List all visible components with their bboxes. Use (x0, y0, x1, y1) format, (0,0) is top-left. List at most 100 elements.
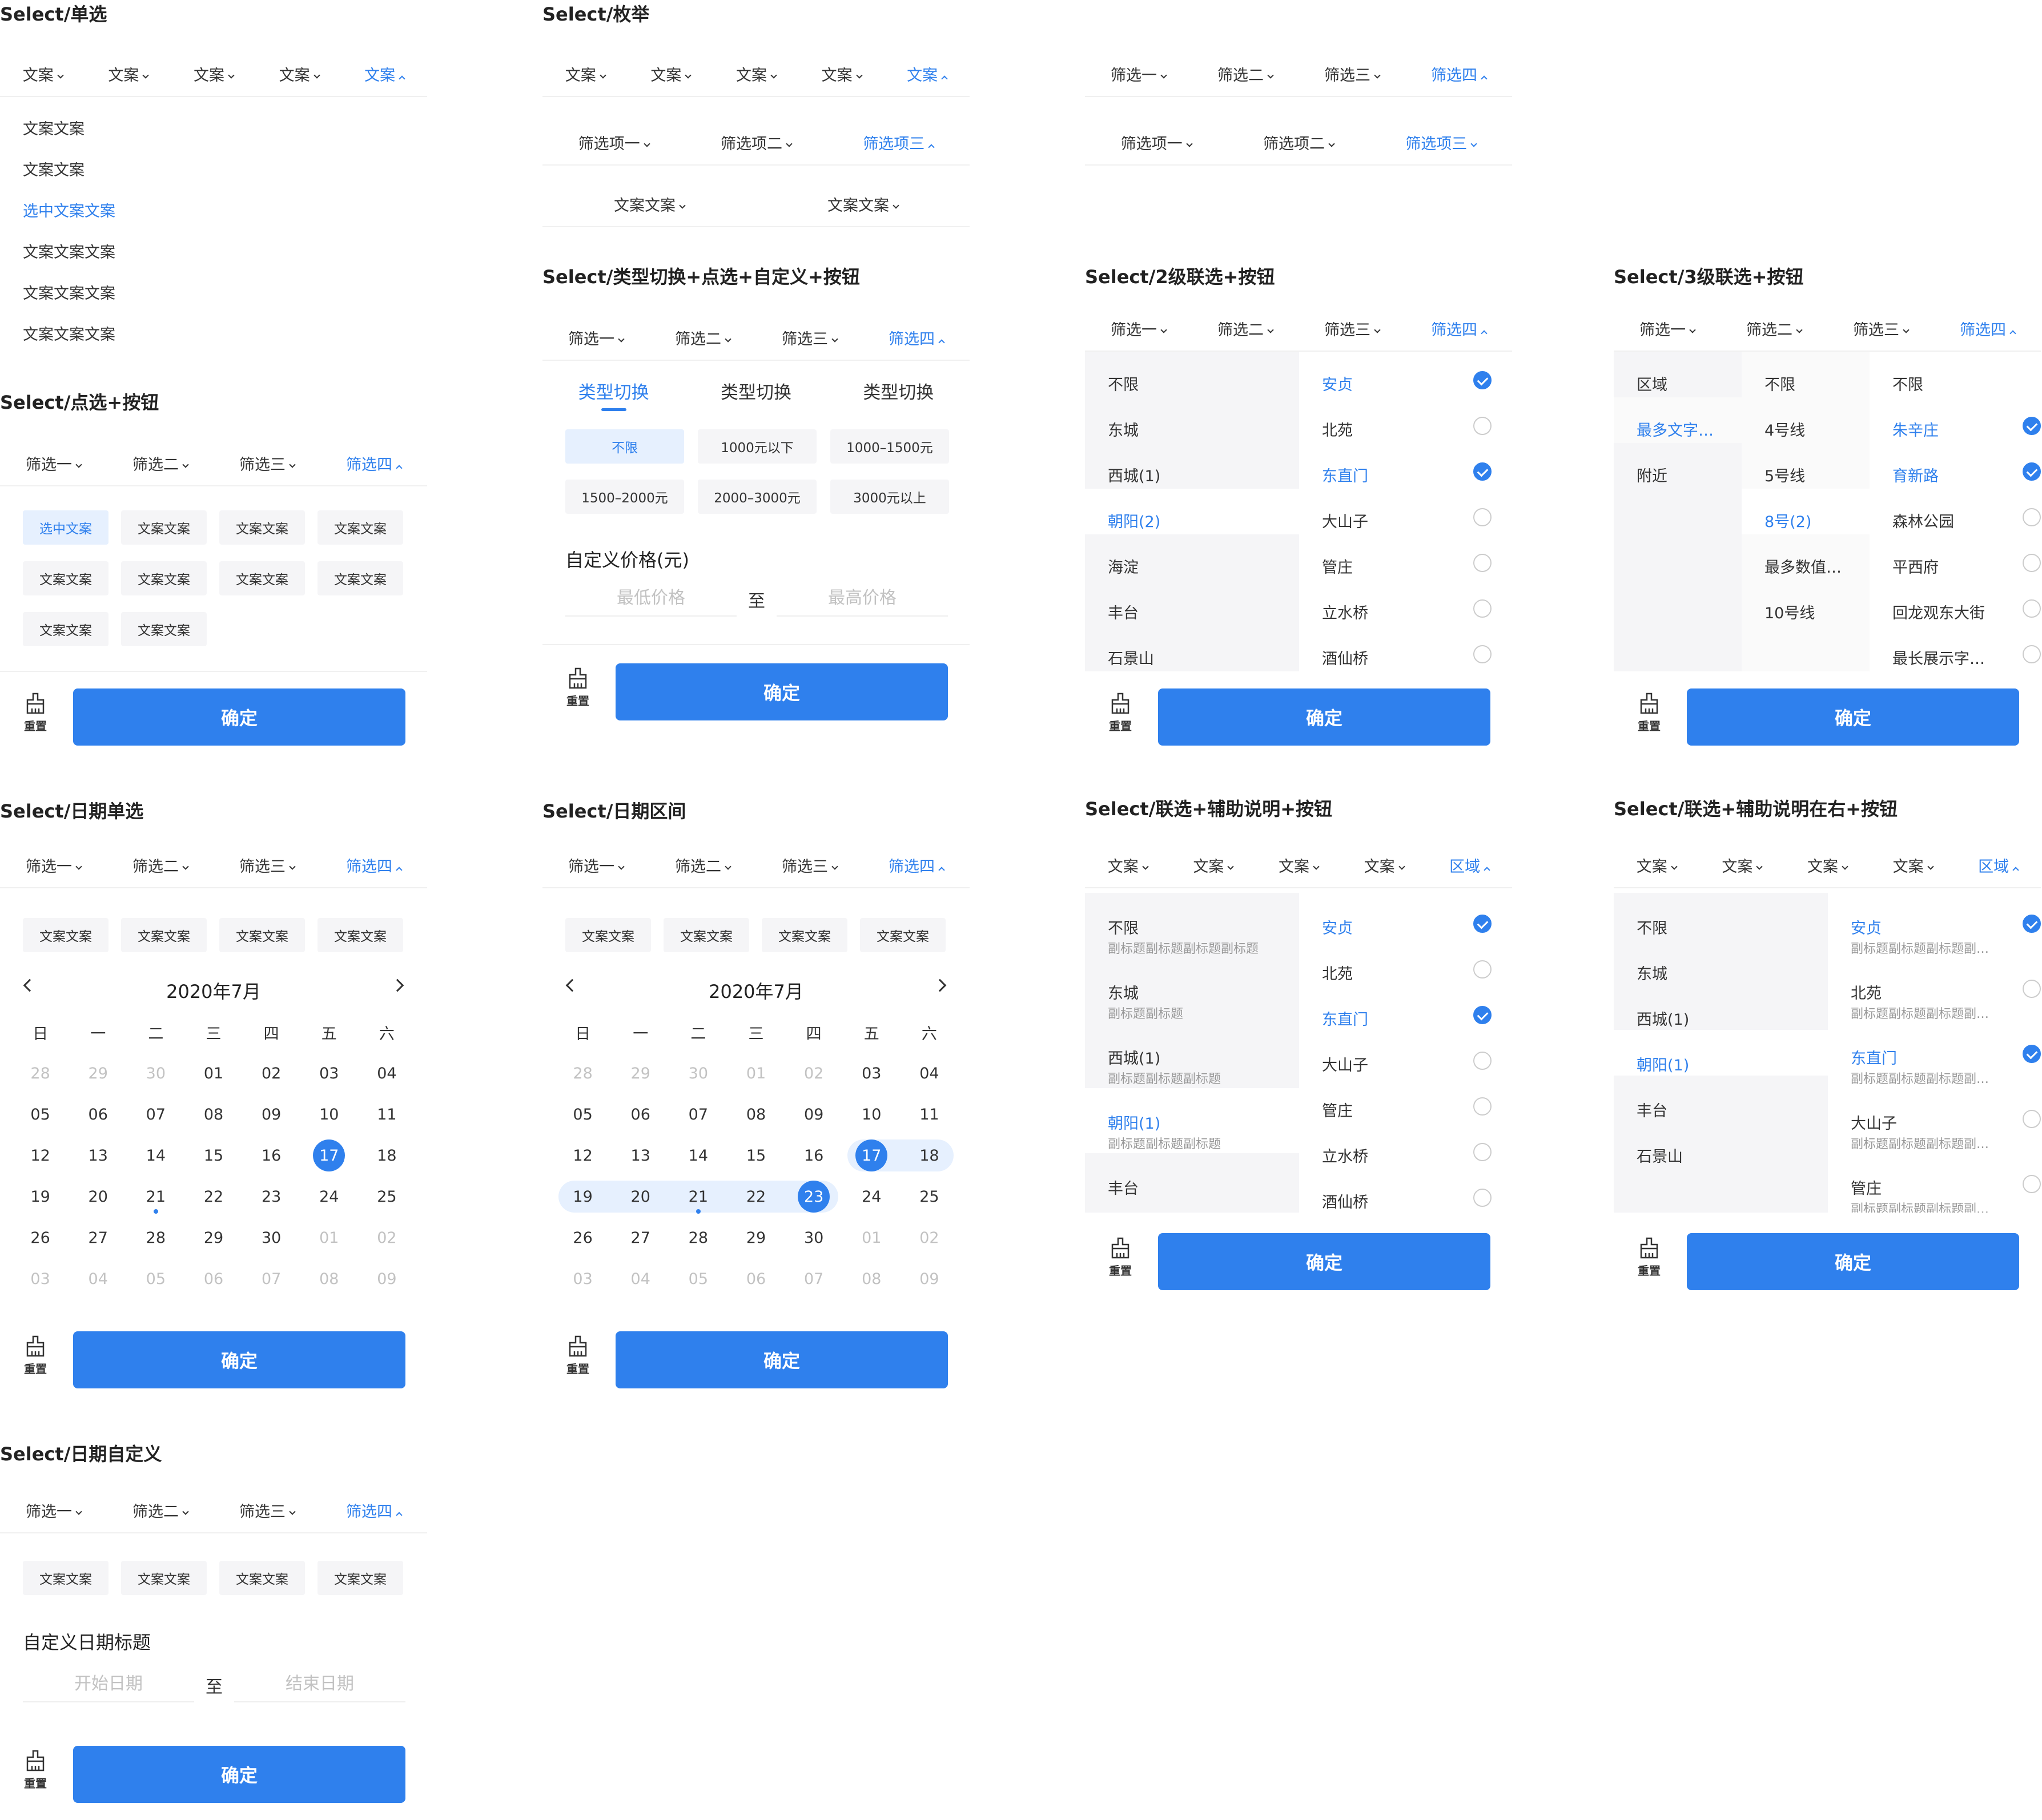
chip[interactable]: 文案文案 (317, 561, 403, 595)
option-tab[interactable]: 筛选项一 (578, 131, 650, 154)
chip[interactable]: 文案文案 (664, 918, 749, 952)
filter-tab[interactable]: 筛选一 (26, 452, 82, 474)
cascade-item[interactable]: 5号线 (1742, 443, 1870, 489)
cascade-item[interactable]: 不限 (1614, 893, 1828, 939)
cascade-option[interactable]: 大山子副标题副标题副标题副标题... (1828, 1088, 2041, 1153)
chip[interactable]: 文案文案 (762, 918, 847, 952)
calendar-day[interactable]: 04 (901, 1053, 958, 1094)
filter-tab[interactable]: 文案 (1637, 854, 1678, 876)
chip[interactable]: 文案文案 (565, 918, 651, 952)
calendar-day[interactable]: 12 (11, 1135, 69, 1176)
chip-selected[interactable]: 不限 (565, 429, 684, 464)
chip[interactable]: 文案文案 (23, 612, 108, 646)
filter-tab[interactable]: 筛选一 (1111, 317, 1167, 340)
start-date-input[interactable] (23, 1666, 194, 1702)
cascade-option[interactable]: 立水桥 (1299, 580, 1512, 626)
filter-tab[interactable]: 文案 (194, 63, 235, 85)
cascade-option[interactable]: 管庄 (1299, 1076, 1512, 1121)
filter-tab[interactable]: 文案 (1364, 854, 1405, 876)
filter-tab[interactable]: 筛选三 (782, 854, 838, 876)
chip[interactable]: 1500–2000元 (565, 480, 684, 514)
cascade-item-active[interactable]: 最多文字… (1614, 397, 1742, 443)
calendar-day[interactable]: 24 (300, 1176, 358, 1217)
calendar-day[interactable]: 21 (669, 1176, 727, 1217)
filter-tab[interactable]: 筛选三 (239, 1499, 296, 1521)
cascade-option[interactable]: 北苑 (1299, 397, 1512, 443)
reset-button[interactable]: 重置 (1108, 692, 1133, 734)
confirm-button[interactable]: 确定 (1158, 688, 1490, 746)
filter-tab[interactable]: 筛选一 (26, 1499, 82, 1521)
cascade-item[interactable]: 不限 副标题副标题副标题副标题 (1085, 893, 1299, 958)
calendar-day[interactable]: 29 (727, 1217, 785, 1258)
filter-tab[interactable]: 文案 (565, 63, 606, 85)
calendar-day[interactable]: 08 (184, 1094, 242, 1135)
cascade-item[interactable]: 附近 (1614, 443, 1742, 489)
confirm-button[interactable]: 确定 (73, 1746, 405, 1803)
cascade-item[interactable]: 不限 (1742, 352, 1870, 397)
calendar-day[interactable]: 09 (243, 1094, 300, 1135)
option-tab-active[interactable]: 筛选项三 (863, 131, 935, 154)
calendar-day[interactable]: 26 (554, 1217, 612, 1258)
cascade-item[interactable]: 西城(1) (1614, 984, 1828, 1030)
chip[interactable]: 文案文案 (121, 510, 207, 545)
chip[interactable]: 文案文案 (219, 1561, 305, 1595)
calendar-day[interactable]: 20 (69, 1176, 127, 1217)
type-tab[interactable]: 类型切换 (721, 375, 791, 414)
filter-tab-active[interactable]: 筛选四 (346, 1499, 403, 1521)
calendar-day[interactable]: 13 (69, 1135, 127, 1176)
calendar-day[interactable]: 30 (243, 1217, 300, 1258)
calendar-day[interactable]: 07 (669, 1094, 727, 1135)
filter-tab[interactable]: 筛选二 (132, 452, 189, 474)
cascade-item[interactable]: 区域 (1614, 352, 1742, 397)
cascade-item[interactable]: 海淀 (1085, 534, 1299, 580)
filter-tab[interactable]: 文案 (650, 63, 692, 85)
cascade-item[interactable]: 西城(1) (1085, 443, 1299, 489)
filter-tab-active[interactable]: 筛选四 (889, 327, 945, 349)
calendar-day[interactable]: 16 (785, 1135, 843, 1176)
cascade-option[interactable]: 森林公园 (1870, 489, 2041, 534)
reset-button[interactable]: 重置 (23, 1749, 48, 1791)
calendar-day[interactable]: 20 (612, 1176, 670, 1217)
calendar-day[interactable]: 05 (11, 1094, 69, 1135)
filter-tab[interactable]: 筛选二 (132, 854, 189, 876)
cascade-option-selected[interactable]: 安贞 (1299, 352, 1512, 397)
chip[interactable]: 1000–1500元 (830, 429, 949, 464)
cascade-option[interactable]: 北苑副标题副标题副标题副标题... (1828, 958, 2041, 1023)
filter-tab[interactable]: 文案 (108, 63, 150, 85)
calendar-day[interactable]: 14 (127, 1135, 184, 1176)
cascade-item[interactable]: 丰台 (1614, 1076, 1828, 1121)
type-tab-active[interactable]: 类型切换 (578, 375, 649, 414)
cascade-option[interactable]: 酒仙桥 (1299, 1167, 1512, 1213)
filter-tab[interactable]: 筛选三 (239, 452, 296, 474)
calendar-day[interactable]: 19 (554, 1176, 612, 1217)
confirm-button[interactable]: 确定 (1158, 1233, 1490, 1290)
calendar-day[interactable]: 06 (612, 1094, 669, 1135)
calendar-day[interactable]: 01 (184, 1053, 242, 1094)
calendar-day[interactable]: 03 (300, 1053, 358, 1094)
cascade-option-selected[interactable]: 东直门副标题副标题副标题副标题... (1828, 1023, 2041, 1088)
cascade-option[interactable]: 酒仙桥 (1299, 626, 1512, 671)
cascade-item[interactable]: 最多数值… (1742, 534, 1870, 580)
filter-tab[interactable]: 筛选二 (1217, 63, 1274, 85)
cascade-option[interactable]: 管庄 (1299, 534, 1512, 580)
option-tab[interactable]: 筛选项一 (1121, 131, 1193, 154)
cascade-item-active[interactable]: 朝阳(2) (1085, 489, 1299, 534)
chip[interactable]: 文案文案 (23, 918, 108, 952)
filter-tab[interactable]: 文案 (1279, 854, 1320, 876)
calendar-day[interactable]: 25 (358, 1176, 416, 1217)
chip-selected[interactable]: 选中文案 (23, 510, 108, 545)
calendar-day[interactable]: 18 (358, 1135, 416, 1176)
cascade-item[interactable]: 东城 (1085, 397, 1299, 443)
confirm-button[interactable]: 确定 (616, 1331, 948, 1388)
text-tab[interactable]: 文案文案 (614, 193, 686, 215)
calendar-day[interactable]: 04 (358, 1053, 416, 1094)
chip[interactable]: 2000–3000元 (698, 480, 817, 514)
calendar-day[interactable]: 07 (127, 1094, 184, 1135)
filter-tab[interactable]: 筛选三 (1324, 63, 1381, 85)
confirm-button[interactable]: 确定 (616, 663, 948, 720)
calendar-day[interactable]: 18 (900, 1135, 958, 1176)
calendar-day[interactable]: 14 (669, 1135, 727, 1176)
cascade-option[interactable]: 大山子 (1299, 1030, 1512, 1076)
calendar-day[interactable]: 12 (554, 1135, 612, 1176)
filter-tab[interactable]: 文案 (736, 63, 777, 85)
